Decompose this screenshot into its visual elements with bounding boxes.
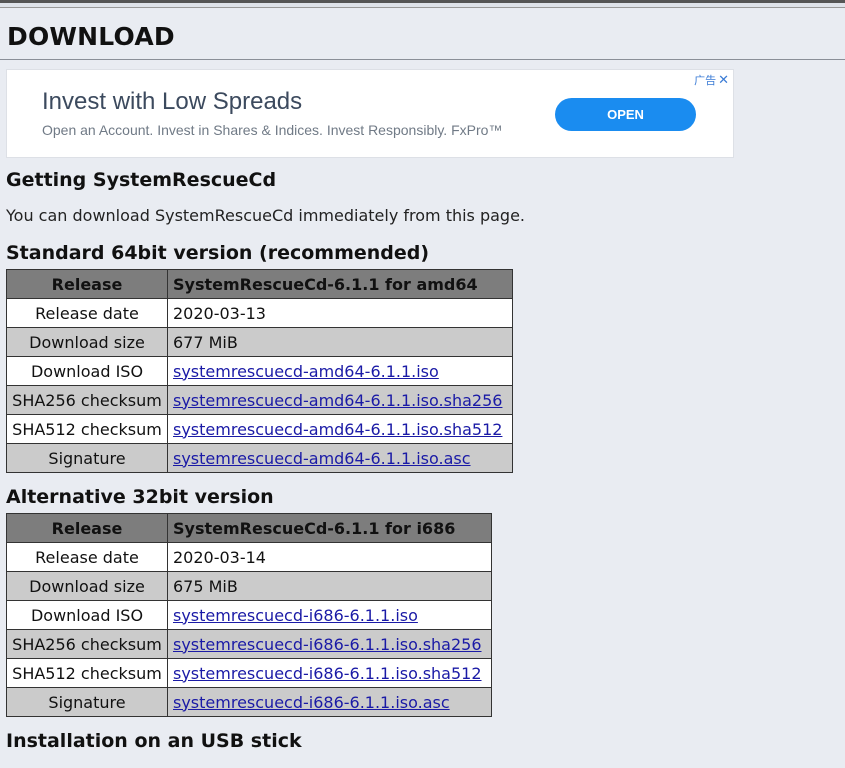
sha256-link[interactable]: systemrescuecd-i686-6.1.1.iso.sha256 <box>173 635 482 654</box>
row-label: Download size <box>6 327 168 357</box>
row-label: Download ISO <box>6 600 168 630</box>
standard-64bit-heading: Standard 64bit version (recommended) <box>6 242 430 264</box>
browser-top-border <box>0 0 845 8</box>
row-label: SHA256 checksum <box>6 629 168 659</box>
title-divider <box>0 59 845 60</box>
page-title: DOWNLOAD <box>7 22 175 51</box>
ad-choices-label: 广告 <box>694 74 717 87</box>
row-label: Download ISO <box>6 356 168 386</box>
signature-link[interactable]: systemrescuecd-i686-6.1.1.iso.asc <box>173 693 450 712</box>
row-label: SHA256 checksum <box>6 385 168 415</box>
release-header-value: SystemRescueCd-6.1.1 for i686 <box>167 513 492 543</box>
installation-heading: Installation on an USB stick <box>6 730 302 752</box>
table-row: Signature systemrescuecd-amd64-6.1.1.iso… <box>6 443 513 473</box>
table-row: Release date 2020-03-13 <box>6 298 513 328</box>
sha512-link[interactable]: systemrescuecd-i686-6.1.1.iso.sha512 <box>173 664 482 683</box>
table-row: SHA512 checksum systemrescuecd-i686-6.1.… <box>6 658 492 688</box>
close-icon[interactable]: ✕ <box>718 73 729 88</box>
ad-open-button[interactable]: OPEN <box>555 98 696 131</box>
table-header-row: Release SystemRescueCd-6.1.1 for amd64 <box>6 269 513 299</box>
table-row: Signature systemrescuecd-i686-6.1.1.iso.… <box>6 687 492 717</box>
iso-download-link[interactable]: systemrescuecd-amd64-6.1.1.iso <box>173 362 439 381</box>
row-label: SHA512 checksum <box>6 414 168 444</box>
table-row: SHA256 checksum systemrescuecd-i686-6.1.… <box>6 629 492 659</box>
standard-64bit-table: Release SystemRescueCd-6.1.1 for amd64 R… <box>6 269 513 473</box>
table-row: Download size 677 MiB <box>6 327 513 357</box>
row-label: Release date <box>6 298 168 328</box>
row-label: Signature <box>6 443 168 473</box>
table-row: Download size 675 MiB <box>6 571 492 601</box>
getting-heading: Getting SystemRescueCd <box>6 169 277 191</box>
ad-headline[interactable]: Invest with Low Spreads <box>42 88 302 116</box>
sha512-link[interactable]: systemrescuecd-amd64-6.1.1.iso.sha512 <box>173 420 502 439</box>
row-label: SHA512 checksum <box>6 658 168 688</box>
iso-download-link[interactable]: systemrescuecd-i686-6.1.1.iso <box>173 606 418 625</box>
advertisement-banner[interactable]: 广告 ✕ Invest with Low Spreads Open an Acc… <box>6 69 734 158</box>
row-label: Signature <box>6 687 168 717</box>
table-row: Release date 2020-03-14 <box>6 542 492 572</box>
release-header-value: SystemRescueCd-6.1.1 for amd64 <box>167 269 513 299</box>
ad-body-text: Open an Account. Invest in Shares & Indi… <box>42 122 503 138</box>
release-header-label: Release <box>6 513 168 543</box>
release-header-label: Release <box>6 269 168 299</box>
release-date-value: 2020-03-13 <box>167 298 513 328</box>
table-row: SHA256 checksum systemrescuecd-amd64-6.1… <box>6 385 513 415</box>
alternative-32bit-heading: Alternative 32bit version <box>6 486 274 508</box>
intro-text: You can download SystemRescueCd immediat… <box>6 206 526 225</box>
download-size-value: 677 MiB <box>167 327 513 357</box>
release-date-value: 2020-03-14 <box>167 542 492 572</box>
table-row: SHA512 checksum systemrescuecd-amd64-6.1… <box>6 414 513 444</box>
table-header-row: Release SystemRescueCd-6.1.1 for i686 <box>6 513 492 543</box>
alternative-32bit-table: Release SystemRescueCd-6.1.1 for i686 Re… <box>6 513 492 717</box>
row-label: Download size <box>6 571 168 601</box>
row-label: Release date <box>6 542 168 572</box>
table-row: Download ISO systemrescuecd-amd64-6.1.1.… <box>6 356 513 386</box>
ad-choices[interactable]: 广告 ✕ <box>694 72 729 88</box>
download-size-value: 675 MiB <box>167 571 492 601</box>
signature-link[interactable]: systemrescuecd-amd64-6.1.1.iso.asc <box>173 449 471 468</box>
sha256-link[interactable]: systemrescuecd-amd64-6.1.1.iso.sha256 <box>173 391 502 410</box>
table-row: Download ISO systemrescuecd-i686-6.1.1.i… <box>6 600 492 630</box>
